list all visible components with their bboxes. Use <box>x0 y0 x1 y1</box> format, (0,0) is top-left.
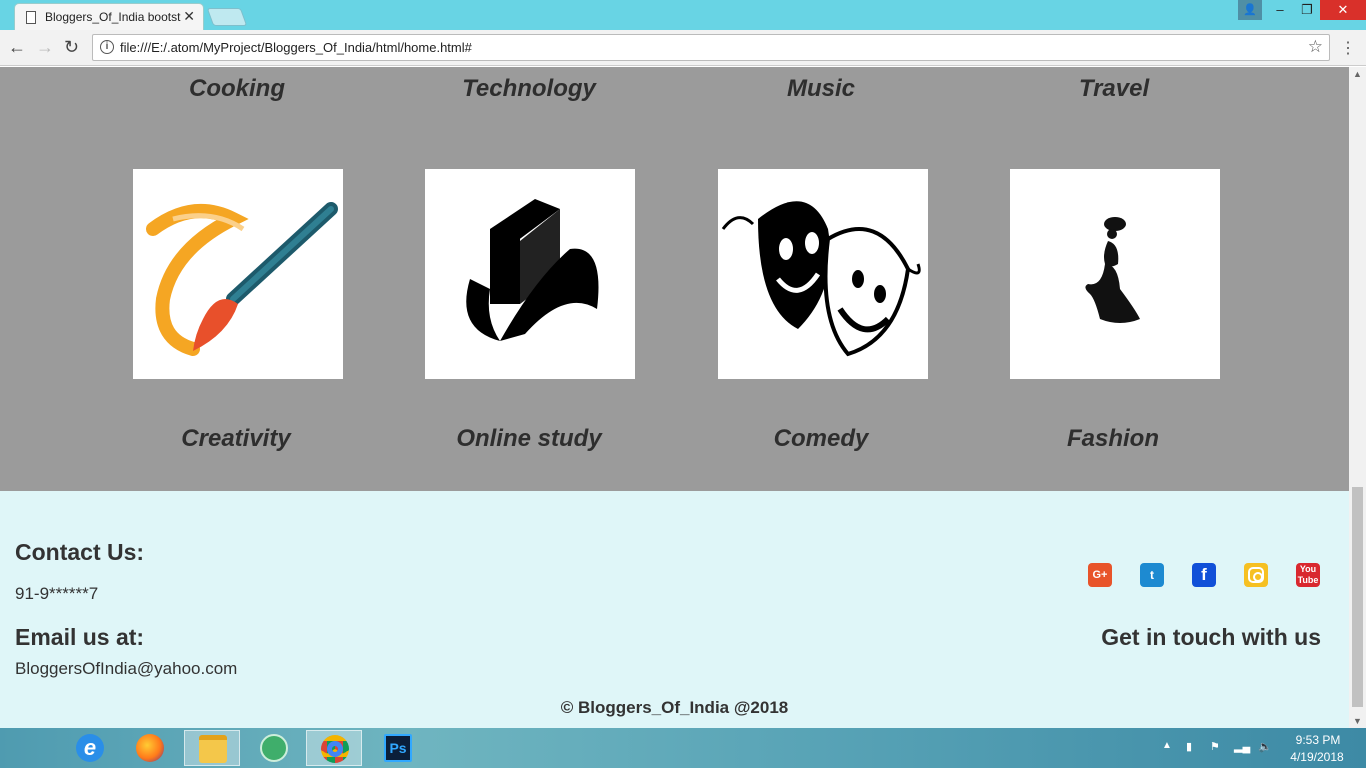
email-title: Email us at: <box>15 624 145 650</box>
file-explorer-icon[interactable] <box>184 730 240 766</box>
contact-email[interactable]: BloggersOfIndia@yahoo.com <box>15 659 237 679</box>
bookmark-star-icon[interactable]: ☆ <box>1308 37 1323 57</box>
comedy-image[interactable] <box>718 169 928 379</box>
windows-taskbar: e Ps ▲ ▮ ⚑ ▂▄ 🔈 9:53 PM 4/19/2018 <box>0 728 1366 768</box>
volume-icon[interactable]: 🔈 <box>1258 740 1272 754</box>
category-label-creativity[interactable]: Creativity <box>131 425 341 453</box>
url-text[interactable]: file:///E:/.atom/MyProject/Bloggers_Of_I… <box>120 40 472 55</box>
online-study-image[interactable] <box>425 169 635 379</box>
category-label-online-study[interactable]: Online study <box>424 425 634 453</box>
youtube-icon[interactable]: You Tube <box>1296 563 1320 587</box>
tab-title: Bloggers_Of_India bootst <box>45 10 181 24</box>
twitter-icon[interactable]: t <box>1140 563 1164 587</box>
network-adapter-icon[interactable]: ▮ <box>1186 740 1200 754</box>
category-label-comedy[interactable]: Comedy <box>716 425 926 453</box>
clock-date[interactable]: 4/19/2018 <box>1284 750 1350 764</box>
profile-button[interactable]: 👤 <box>1238 0 1262 20</box>
browser-tab[interactable]: Bloggers_Of_India bootst ✕ <box>14 3 204 30</box>
internet-explorer-icon[interactable]: e <box>62 730 118 766</box>
site-footer: Contact Us: 91-9******7 Email us at: Blo… <box>0 491 1349 728</box>
restore-button[interactable]: ❐ <box>1294 0 1320 20</box>
copyright-text: © Bloggers_Of_India @2018 <box>560 698 789 717</box>
photoshop-icon[interactable]: Ps <box>370 730 426 766</box>
category-label-music[interactable]: Music <box>716 75 926 103</box>
category-label-technology[interactable]: Technology <box>424 75 634 103</box>
firefox-icon[interactable] <box>122 730 178 766</box>
minimize-button[interactable]: – <box>1266 0 1294 20</box>
clock-time[interactable]: 9:53 PM <box>1290 733 1346 747</box>
paint-brush-icon <box>146 202 338 356</box>
browser-toolbar: ← → ↻ i file:///E:/.atom/MyProject/Blogg… <box>0 30 1366 66</box>
browser-menu-icon[interactable]: ⋮ <box>1340 38 1356 58</box>
back-button[interactable]: ← <box>8 37 26 58</box>
flag-alert-icon[interactable]: ⚑ <box>1210 740 1224 754</box>
page-viewport: Cooking Technology Music Travel Creativi… <box>0 67 1349 728</box>
fashion-lady-icon <box>1085 217 1140 323</box>
tray-expand-icon[interactable]: ▲ <box>1162 740 1172 751</box>
creativity-image[interactable] <box>133 169 343 379</box>
comedy-masks-icon <box>721 201 921 357</box>
page-scrollbar[interactable]: ▲ ▼ <box>1349 67 1366 728</box>
category-label-travel[interactable]: Travel <box>1009 75 1219 103</box>
browser-titlebar: Bloggers_Of_India bootst ✕ 👤 – ❐ ✕ <box>0 0 1366 30</box>
signal-icon[interactable]: ▂▄ <box>1234 740 1250 754</box>
category-label-cooking[interactable]: Cooking <box>132 75 342 103</box>
category-label-fashion[interactable]: Fashion <box>1008 425 1218 453</box>
contact-title: Contact Us: <box>15 539 145 565</box>
categories-section: Cooking Technology Music Travel Creativi… <box>0 67 1349 491</box>
close-window-button[interactable]: ✕ <box>1320 0 1366 20</box>
book-icon <box>466 199 599 341</box>
address-bar[interactable]: i file:///E:/.atom/MyProject/Bloggers_Of… <box>92 34 1330 61</box>
new-tab-button[interactable] <box>206 8 248 26</box>
facebook-icon[interactable]: f <box>1192 563 1216 587</box>
instagram-icon[interactable] <box>1244 563 1268 587</box>
fashion-image[interactable] <box>1010 169 1220 379</box>
scroll-down-arrow-icon[interactable]: ▼ <box>1353 716 1362 726</box>
scroll-up-arrow-icon[interactable]: ▲ <box>1353 69 1362 79</box>
get-in-touch-heading: Get in touch with us <box>1101 624 1321 650</box>
contact-phone: 91-9******7 <box>15 584 99 603</box>
tab-close-button[interactable]: ✕ <box>183 8 195 25</box>
google-plus-icon[interactable]: G+ <box>1088 563 1112 587</box>
atom-icon[interactable] <box>246 730 302 766</box>
document-icon <box>26 11 36 24</box>
info-icon[interactable]: i <box>100 40 114 54</box>
reload-button[interactable]: ↻ <box>64 37 79 58</box>
chrome-icon[interactable] <box>306 730 362 766</box>
scroll-thumb[interactable] <box>1352 487 1363 707</box>
forward-button[interactable]: → <box>36 37 54 58</box>
